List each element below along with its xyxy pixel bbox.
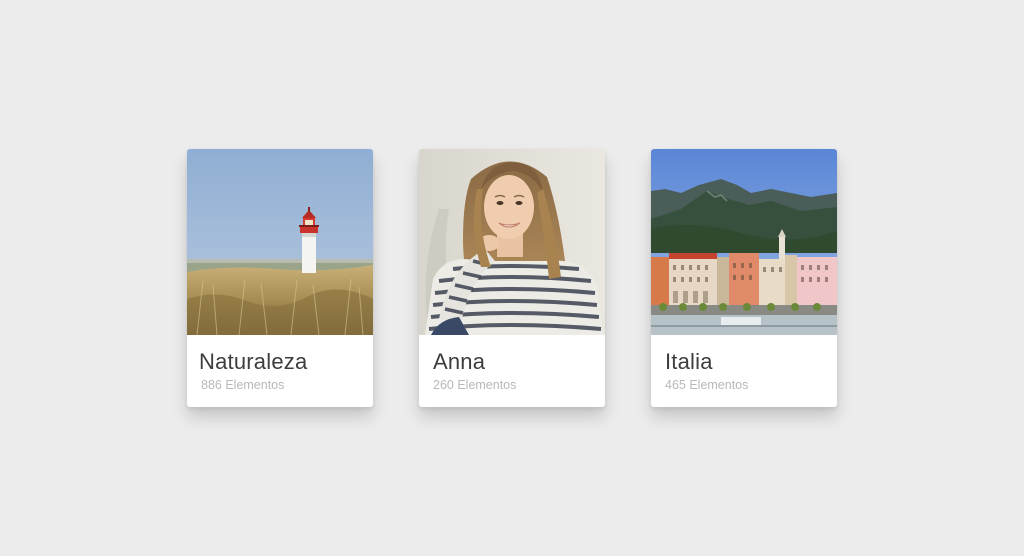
collection-title: Italia [665,349,713,374]
italian-town-photo [651,149,837,335]
collection-card-naturaleza[interactable]: Naturaleza 886 Elementos [187,149,373,407]
collection-count: 465 Elementos [665,378,749,392]
collection-count: 260 Elementos [433,378,517,392]
collection-count: 886 Elementos [201,378,285,392]
portrait-photo [419,149,605,335]
lighthouse-photo [187,149,373,335]
collection-card-anna[interactable]: Anna 260 Elementos [419,149,605,407]
collection-title: Naturaleza [199,349,308,374]
collection-card-italia[interactable]: Italia 465 Elementos [651,149,837,407]
collection-title: Anna [433,349,486,374]
